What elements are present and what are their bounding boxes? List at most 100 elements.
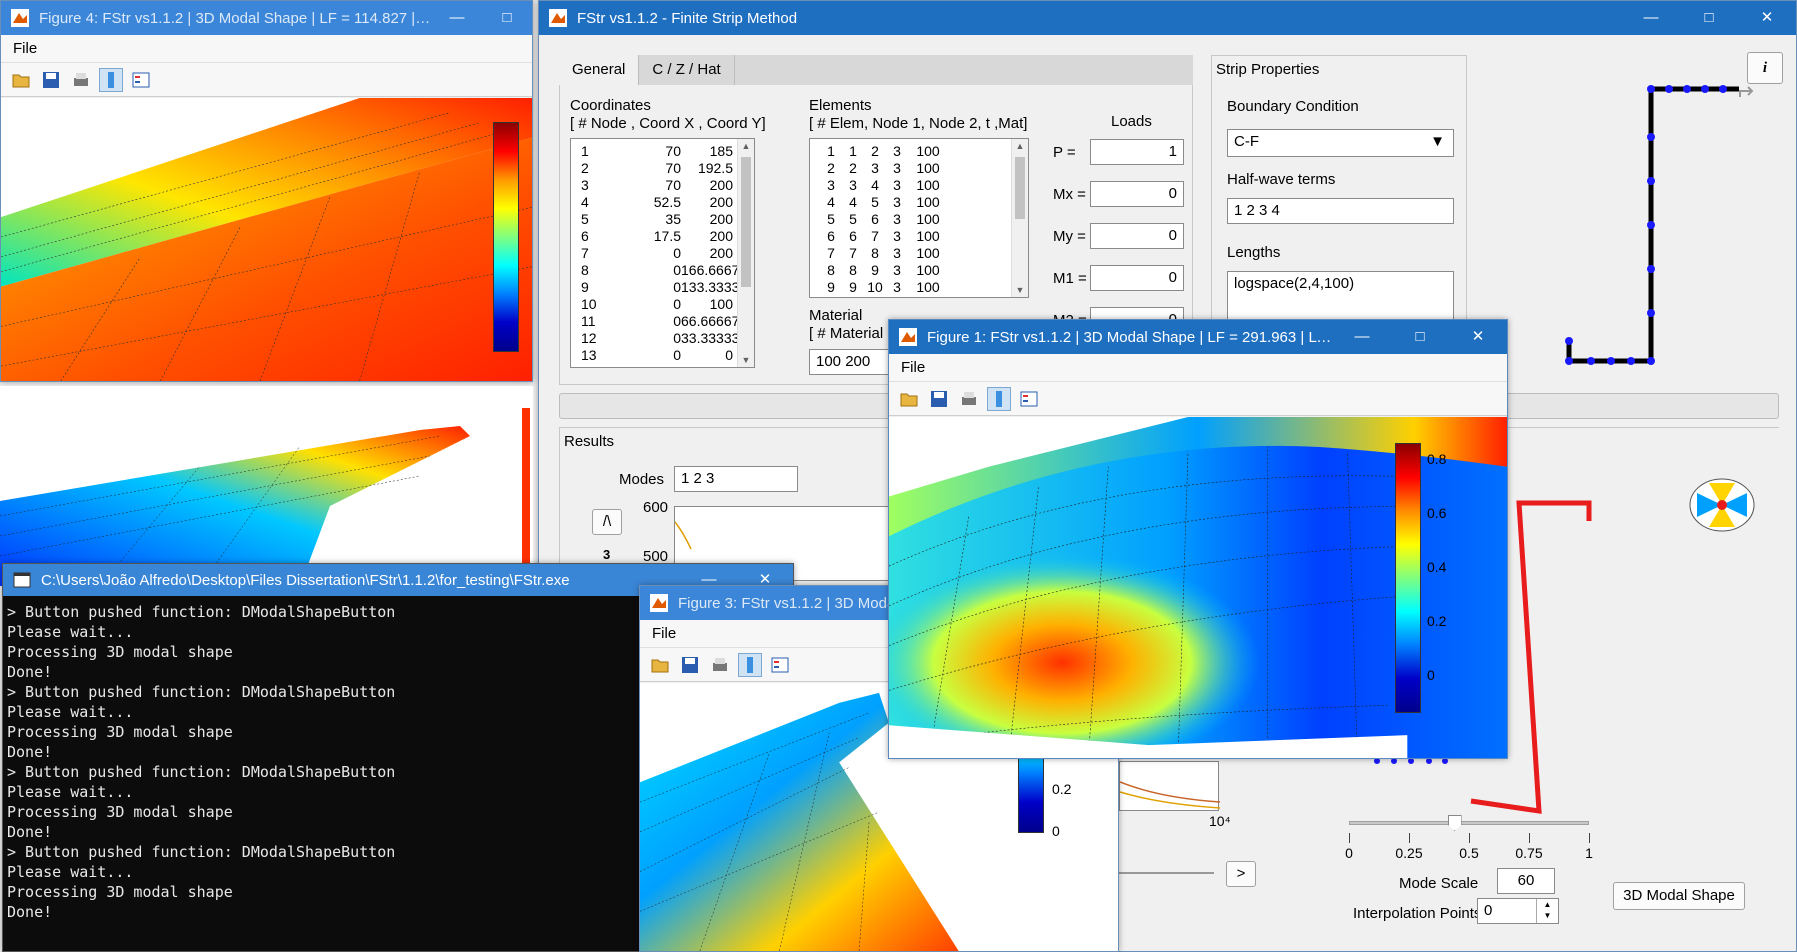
- coordinates-row[interactable]: 9 0 133.3333: [581, 279, 754, 296]
- close-icon[interactable]: ✕: [1738, 1, 1796, 35]
- mode-slider[interactable]: 0 0.25 0.5 0.75 1: [1345, 815, 1593, 861]
- elements-cell: 10: [867, 279, 883, 295]
- main-titlebar[interactable]: FStr vs1.1.2 - Finite Strip Method — □ ✕: [539, 1, 1796, 35]
- modes-field[interactable]: 1 2 3: [674, 466, 798, 492]
- halfwave-field[interactable]: 1 2 3 4: [1227, 198, 1454, 224]
- figure1-title: Figure 1: FStr vs1.1.2 | 3D Modal Shape …: [927, 328, 1333, 346]
- scroll-thumb[interactable]: [1015, 157, 1025, 219]
- tab-czhat[interactable]: C / Z / Hat: [639, 55, 735, 85]
- spinner-icon[interactable]: ▲ ▼: [1536, 899, 1558, 923]
- minimize-icon[interactable]: —: [1333, 320, 1391, 354]
- coordinates-row[interactable]: 11 0 66.66667: [581, 313, 754, 330]
- open-icon[interactable]: [897, 387, 921, 411]
- elements-row[interactable]: 8 8 9 3 100: [820, 262, 1028, 279]
- figure1-plot[interactable]: 0.8 0.6 0.4 0.2 0: [889, 417, 1507, 758]
- elements-row[interactable]: 5 5 6 3 100: [820, 211, 1028, 228]
- coordinates-cell: 17.5: [653, 228, 681, 244]
- print-icon[interactable]: [69, 68, 93, 92]
- previous-mode-button[interactable]: /\: [592, 509, 622, 535]
- print-icon[interactable]: [708, 653, 732, 677]
- rotate-icon[interactable]: [1737, 81, 1759, 101]
- interpolation-field[interactable]: 0 ▲ ▼: [1477, 898, 1559, 924]
- load-field[interactable]: 0: [1090, 265, 1184, 291]
- scroll-down-icon[interactable]: ▼: [738, 355, 754, 365]
- info-button[interactable]: i: [1747, 52, 1783, 84]
- save-icon[interactable]: [927, 387, 951, 411]
- mode-scale-field[interactable]: 60: [1497, 868, 1555, 894]
- elements-row[interactable]: 9 9 10 3 100: [820, 279, 1028, 296]
- coordinates-row[interactable]: 6 17.5 200: [581, 228, 754, 245]
- elements-row[interactable]: 2 2 3 3 100: [820, 160, 1028, 177]
- file-menu[interactable]: File: [901, 359, 925, 376]
- coordinates-cell: 200: [709, 245, 733, 261]
- coordinates-row[interactable]: 8 0 166.6667: [581, 262, 754, 279]
- scroll-up-icon[interactable]: ▲: [738, 141, 754, 151]
- coordinates-list[interactable]: 1 70 185 2 70 192.5 3 70 200 4 52.5 200 5 35 200 6 17.5 2…: [570, 138, 755, 368]
- legend-icon[interactable]: [129, 68, 153, 92]
- file-menu[interactable]: File: [13, 40, 37, 57]
- elements-row[interactable]: 6 6 7 3 100: [820, 228, 1028, 245]
- slider-thumb[interactable]: [1447, 815, 1462, 831]
- legend-icon[interactable]: [768, 653, 792, 677]
- scroll-thumb[interactable]: [741, 157, 751, 287]
- coordinates-row[interactable]: 1 70 185: [581, 143, 754, 160]
- boundary-condition-select[interactable]: C-F ▼: [1227, 129, 1454, 157]
- elements-list[interactable]: 1 1 2 3 100 2 2 3 3 100 3 3 4 3 100 4 4 5 3 100 5 5 6 3 100 6 6 7 3 1…: [809, 138, 1029, 298]
- figure4-plot[interactable]: [1, 98, 532, 381]
- coordinates-row[interactable]: 7 0 200: [581, 245, 754, 262]
- colorbar-icon[interactable]: [738, 652, 762, 677]
- mini-3d-icon[interactable]: [1687, 475, 1757, 535]
- elements-row[interactable]: 4 4 5 3 100: [820, 194, 1028, 211]
- tab-general[interactable]: General: [559, 55, 640, 85]
- halfwave-label: Half-wave terms: [1227, 171, 1336, 188]
- minimize-icon[interactable]: —: [432, 1, 482, 35]
- coordinates-row[interactable]: 12 0 33.33333: [581, 330, 754, 347]
- close-icon[interactable]: ✕: [1449, 320, 1507, 354]
- legend-icon[interactable]: [1017, 387, 1041, 411]
- modal-shape-button[interactable]: 3D Modal Shape: [1613, 882, 1745, 910]
- save-icon[interactable]: [678, 653, 702, 677]
- colorbar-icon[interactable]: [987, 386, 1011, 411]
- scroll-down-icon[interactable]: ▼: [1012, 285, 1028, 295]
- mode-number: 3: [603, 547, 611, 562]
- elements-row[interactable]: 1 1 2 3 100: [820, 143, 1028, 160]
- open-icon[interactable]: [648, 653, 672, 677]
- y-tick-600: 600: [643, 499, 669, 516]
- tab-bar: General C / Z / Hat: [559, 55, 1193, 85]
- lengths-field[interactable]: logspace(2,4,100): [1227, 271, 1454, 321]
- coordinates-row[interactable]: 2 70 192.5: [581, 160, 754, 177]
- elements-row[interactable]: 3 3 4 3 100: [820, 177, 1028, 194]
- elements-cell: 3: [893, 262, 901, 278]
- coordinates-cell: 0: [673, 330, 681, 346]
- maximize-icon[interactable]: □: [1391, 320, 1449, 354]
- coordinates-row[interactable]: 4 52.5 200: [581, 194, 754, 211]
- maximize-icon[interactable]: □: [482, 1, 532, 35]
- load-field[interactable]: 1: [1090, 139, 1184, 165]
- elements-scrollbar[interactable]: ▲ ▼: [1011, 139, 1028, 297]
- figure1-titlebar[interactable]: Figure 1: FStr vs1.1.2 | 3D Modal Shape …: [889, 320, 1507, 354]
- coordinates-scrollbar[interactable]: ▲ ▼: [737, 139, 754, 367]
- open-icon[interactable]: [9, 68, 33, 92]
- coordinates-cell: 1: [581, 143, 589, 159]
- colorbar-tick: 0.2: [1052, 781, 1072, 797]
- elements-cell: 3: [849, 177, 857, 193]
- console-icon: [13, 572, 31, 588]
- file-menu[interactable]: File: [652, 625, 676, 642]
- scroll-up-icon[interactable]: ▲: [1012, 141, 1028, 151]
- next-mode-button[interactable]: >: [1226, 861, 1256, 887]
- print-icon[interactable]: [957, 387, 981, 411]
- maximize-icon[interactable]: □: [1680, 1, 1738, 35]
- coordinates-row[interactable]: 5 35 200: [581, 211, 754, 228]
- coordinates-row[interactable]: 13 0 0: [581, 347, 754, 364]
- save-icon[interactable]: [39, 68, 63, 92]
- coordinates-row[interactable]: 10 0 100: [581, 296, 754, 313]
- colorbar-icon[interactable]: [99, 67, 123, 92]
- lengths-label: Lengths: [1227, 244, 1281, 261]
- elements-row[interactable]: 7 7 8 3 100: [820, 245, 1028, 262]
- elements-cell: 8: [827, 262, 835, 278]
- minimize-icon[interactable]: —: [1622, 1, 1680, 35]
- load-field[interactable]: 0: [1090, 181, 1184, 207]
- coordinates-row[interactable]: 3 70 200: [581, 177, 754, 194]
- figure4-titlebar[interactable]: Figure 4: FStr vs1.1.2 | 3D Modal Shape …: [1, 1, 532, 35]
- load-field[interactable]: 0: [1090, 223, 1184, 249]
